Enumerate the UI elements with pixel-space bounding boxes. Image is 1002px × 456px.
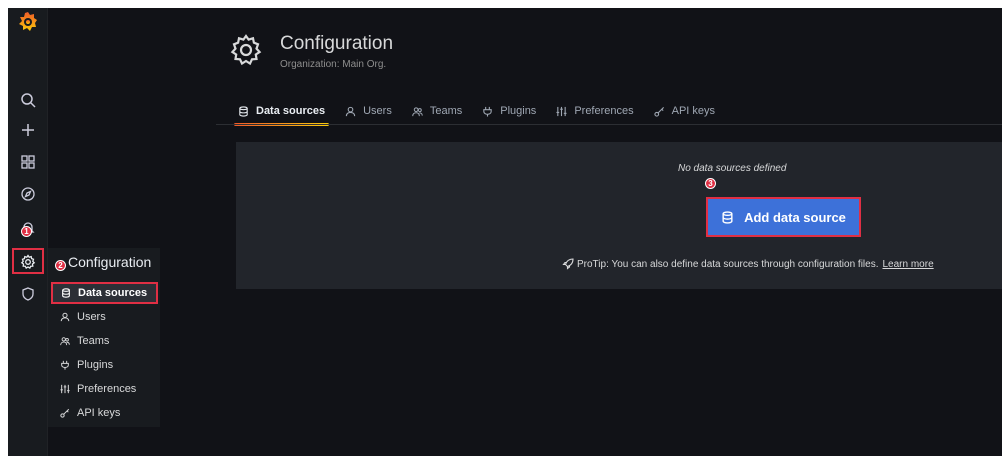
page-title: Configuration — [280, 33, 394, 54]
plug-icon — [61, 360, 69, 370]
flyout-item-preferences[interactable]: Preferences — [48, 378, 160, 400]
flyout-item-label: Users — [77, 311, 106, 323]
page-subtitle: Organization: Main Org. — [280, 59, 387, 70]
add-data-source-button[interactable]: Add data source — [706, 197, 861, 237]
add-data-source-label: Add data source — [744, 209, 846, 225]
explore-compass-icon[interactable] — [8, 178, 48, 210]
flyout-title[interactable]: Configuration — [68, 254, 151, 270]
tab-label: Teams — [429, 105, 463, 117]
tab-users[interactable]: Users — [335, 96, 402, 126]
protip-text: ProTip: You can also define data sources… — [577, 258, 879, 270]
flyout-item-label: Preferences — [77, 383, 137, 395]
learn-more-link[interactable]: Learn more — [883, 259, 934, 270]
step-marker-1: 1 — [21, 226, 32, 237]
tab-label: API keys — [671, 105, 716, 117]
grafana-window: 1 Configuration Organization: Main Org. … — [8, 8, 1002, 456]
flyout-item-plugins[interactable]: Plugins — [48, 354, 160, 376]
users-icon — [412, 106, 423, 116]
flyout-item-label: Teams — [77, 335, 110, 347]
flyout-item-users[interactable]: Users — [48, 306, 160, 328]
search-icon[interactable] — [8, 84, 48, 116]
protip: ProTip: You can also define data sources… — [562, 258, 934, 270]
flyout-item-api-keys[interactable]: API keys — [48, 402, 160, 424]
database-icon — [62, 288, 70, 298]
configuration-flyout-menu: Configuration Data sources Users Teams P… — [48, 248, 160, 427]
gear-icon — [228, 32, 264, 68]
users-icon — [60, 337, 70, 346]
empty-state-message: No data sources defined — [678, 163, 787, 174]
tab-label: Preferences — [574, 105, 634, 117]
flyout-item-label: Plugins — [77, 359, 114, 371]
tab-label: Users — [363, 105, 392, 117]
shield-icon[interactable] — [8, 278, 48, 310]
tab-plugins[interactable]: Plugins — [472, 96, 546, 126]
tab-data-sources[interactable]: Data sources — [228, 96, 335, 126]
step-marker-2: 2 — [55, 260, 66, 271]
key-icon — [653, 106, 664, 117]
database-icon — [239, 105, 248, 117]
gear-highlight-box — [12, 248, 44, 274]
user-icon — [60, 312, 70, 322]
flyout-item-label: Data sources — [78, 287, 148, 299]
flyout-item-label: API keys — [77, 407, 121, 419]
dashboards-grid-icon[interactable] — [8, 146, 48, 178]
sliders-icon — [60, 384, 70, 394]
user-icon — [345, 106, 356, 116]
sliders-icon — [556, 106, 567, 116]
tab-teams[interactable]: Teams — [402, 96, 472, 126]
grafana-logo-icon[interactable] — [18, 10, 38, 34]
tab-label: Plugins — [500, 105, 537, 117]
tab-bar: Data sources Users Teams Plugins Prefere… — [228, 96, 725, 126]
plug-icon — [483, 106, 492, 117]
tab-label: Data sources — [256, 105, 326, 117]
flyout-item-teams[interactable]: Teams — [48, 330, 160, 352]
step-marker-3: 3 — [705, 178, 716, 189]
header-divider — [216, 124, 1002, 125]
tab-preferences[interactable]: Preferences — [546, 96, 643, 126]
page-header: Configuration Organization: Main Org. Da… — [48, 8, 1002, 126]
flyout-item-data-sources[interactable]: Data sources — [51, 282, 158, 304]
rocket-icon — [562, 258, 574, 270]
plus-icon[interactable] — [8, 114, 48, 146]
key-icon — [60, 408, 70, 418]
tab-api-keys[interactable]: API keys — [644, 96, 725, 126]
database-icon — [722, 210, 733, 224]
